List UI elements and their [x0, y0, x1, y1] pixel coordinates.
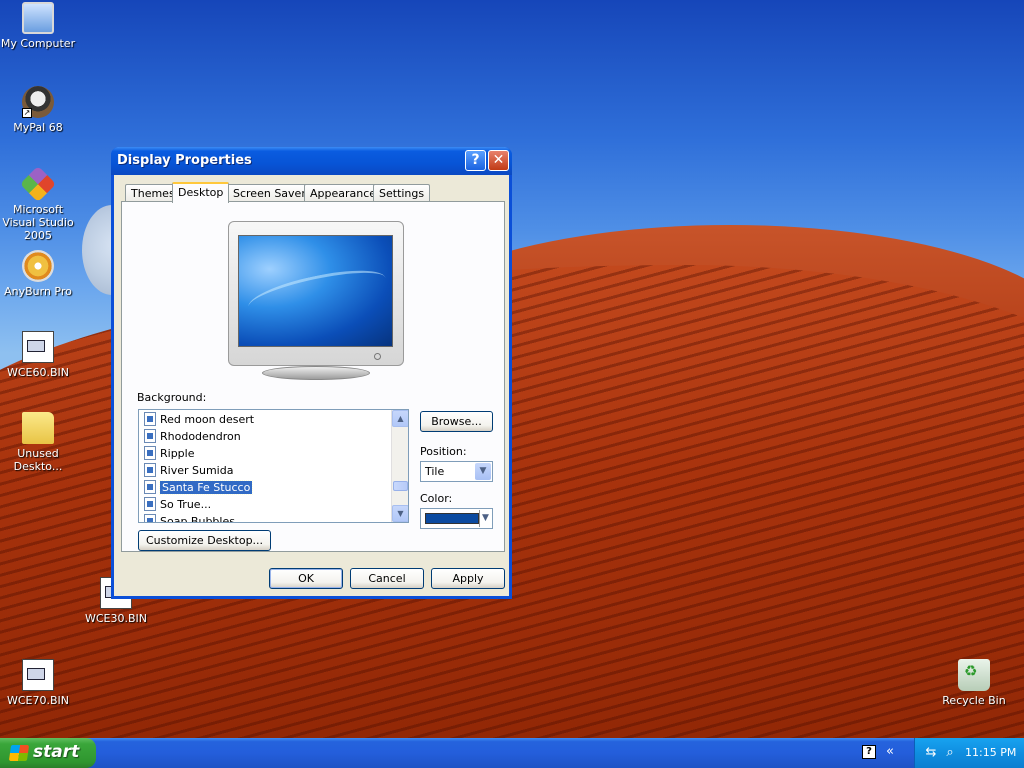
- scroll-down-icon[interactable]: ▼: [392, 505, 408, 522]
- tab-settings[interactable]: Settings: [373, 184, 431, 202]
- monitor-preview: [228, 221, 404, 366]
- window-title: Display Properties: [117, 153, 252, 168]
- tab-desktop[interactable]: Desktop: [172, 182, 230, 203]
- image-file-icon: [144, 429, 156, 443]
- list-item[interactable]: Soap Bubbles: [144, 514, 238, 522]
- mypal-icon: ↗: [22, 86, 54, 118]
- position-value: Tile: [425, 465, 445, 478]
- color-picker-button[interactable]: ▼: [420, 508, 493, 529]
- listbox-scrollbar[interactable]: ▲ ▼: [391, 410, 408, 522]
- desktop-icon-mypal[interactable]: ↗ MyPal 68: [0, 86, 78, 134]
- clock[interactable]: 11:15 PM: [965, 746, 1016, 759]
- background-listbox[interactable]: Red moon desert Rhododendron Ripple Rive…: [138, 409, 409, 523]
- position-label: Position:: [420, 445, 467, 458]
- customize-desktop-button[interactable]: Customize Desktop...: [138, 530, 271, 551]
- tab-appearance[interactable]: Appearance: [304, 184, 383, 202]
- scroll-thumb[interactable]: [393, 481, 408, 491]
- list-item[interactable]: Rhododendron: [144, 429, 244, 445]
- image-file-icon: [144, 412, 156, 426]
- desktop-icon-unused-folder[interactable]: Unused Deskto...: [0, 412, 78, 473]
- browse-button[interactable]: Browse...: [420, 411, 493, 432]
- desktop-icon-wce70[interactable]: WCE70.BIN: [0, 659, 78, 707]
- desktop-icon-label: Microsoft Visual Studio 2005: [2, 203, 74, 242]
- recycle-bin-icon: [958, 659, 990, 691]
- desktop-icon-recycle-bin[interactable]: Recycle Bin: [934, 659, 1014, 707]
- wallpaper-preview: [238, 235, 393, 347]
- start-label: start: [33, 742, 80, 762]
- desktop-icon-label: My Computer: [0, 37, 76, 50]
- background-label: Background:: [137, 391, 207, 404]
- scroll-up-icon[interactable]: ▲: [392, 410, 408, 427]
- desktop-icon-label: WCE30.BIN: [84, 612, 148, 625]
- desktop-icon-label: AnyBurn Pro: [4, 285, 72, 298]
- desktop-icon-label: WCE70.BIN: [6, 694, 70, 707]
- tab-screen-saver[interactable]: Screen Saver: [227, 184, 312, 202]
- list-item-selected[interactable]: Santa Fe Stucco: [144, 480, 255, 496]
- ok-button[interactable]: OK: [269, 568, 343, 589]
- list-item[interactable]: River Sumida: [144, 463, 236, 479]
- image-file-icon: [144, 446, 156, 460]
- desktop-icon-wce60[interactable]: WCE60.BIN: [0, 331, 78, 379]
- display-properties-window: Display Properties ? ✕ Themes Desktop Sc…: [111, 147, 512, 599]
- chevron-down-icon[interactable]: ▼: [479, 510, 491, 527]
- bin-file-icon: [22, 331, 54, 363]
- title-bar[interactable]: Display Properties ? ✕: [111, 147, 512, 175]
- shortcut-arrow-icon: ↗: [22, 108, 32, 118]
- image-file-icon: [144, 480, 156, 494]
- visual-studio-icon: [19, 165, 57, 203]
- bin-file-icon: [22, 659, 54, 691]
- tray-expand-icon[interactable]: «: [886, 744, 894, 759]
- folder-icon: [22, 412, 54, 444]
- start-button[interactable]: start: [0, 738, 96, 768]
- list-item[interactable]: So True...: [144, 497, 214, 513]
- position-select[interactable]: Tile ▼: [420, 461, 493, 482]
- monitor-stand: [262, 366, 370, 380]
- close-button[interactable]: ✕: [488, 150, 509, 171]
- search-icon[interactable]: ⌕: [942, 745, 958, 761]
- cancel-button[interactable]: Cancel: [350, 568, 424, 589]
- desktop-icon-label: MyPal 68: [13, 121, 63, 134]
- list-item[interactable]: Red moon desert: [144, 412, 257, 428]
- desktop-icon-label: Unused Deskto...: [13, 447, 63, 473]
- list-item[interactable]: Ripple: [144, 446, 198, 462]
- color-swatch: [425, 513, 479, 524]
- image-file-icon: [144, 497, 156, 511]
- desktop-icon-my-computer[interactable]: My Computer: [0, 2, 78, 50]
- help-tray-icon[interactable]: ?: [862, 745, 876, 759]
- system-tray: ⇆ ⌕ 11:15 PM: [914, 738, 1024, 768]
- chevron-down-icon[interactable]: ▼: [475, 463, 491, 480]
- desktop-icon-visual-studio[interactable]: Microsoft Visual Studio 2005: [0, 165, 78, 242]
- help-button[interactable]: ?: [465, 150, 486, 171]
- windows-logo-icon: [8, 745, 30, 761]
- desktop-tab-panel: Background: Red moon desert Rhododendron…: [121, 201, 505, 552]
- computer-icon: [22, 2, 54, 34]
- anyburn-icon: [22, 250, 54, 282]
- taskbar: start ? « ⇆ ⌕ 11:15 PM: [0, 738, 1024, 768]
- color-label: Color:: [420, 492, 453, 505]
- desktop-icon-label: Recycle Bin: [942, 694, 1006, 707]
- apply-button[interactable]: Apply: [431, 568, 505, 589]
- network-icon[interactable]: ⇆: [923, 745, 939, 761]
- image-file-icon: [144, 463, 156, 477]
- monitor-power-led-icon: [374, 353, 381, 360]
- desktop-icon-label: WCE60.BIN: [6, 366, 70, 379]
- desktop-icon-anyburn[interactable]: AnyBurn Pro: [0, 250, 78, 298]
- image-file-icon: [144, 514, 156, 522]
